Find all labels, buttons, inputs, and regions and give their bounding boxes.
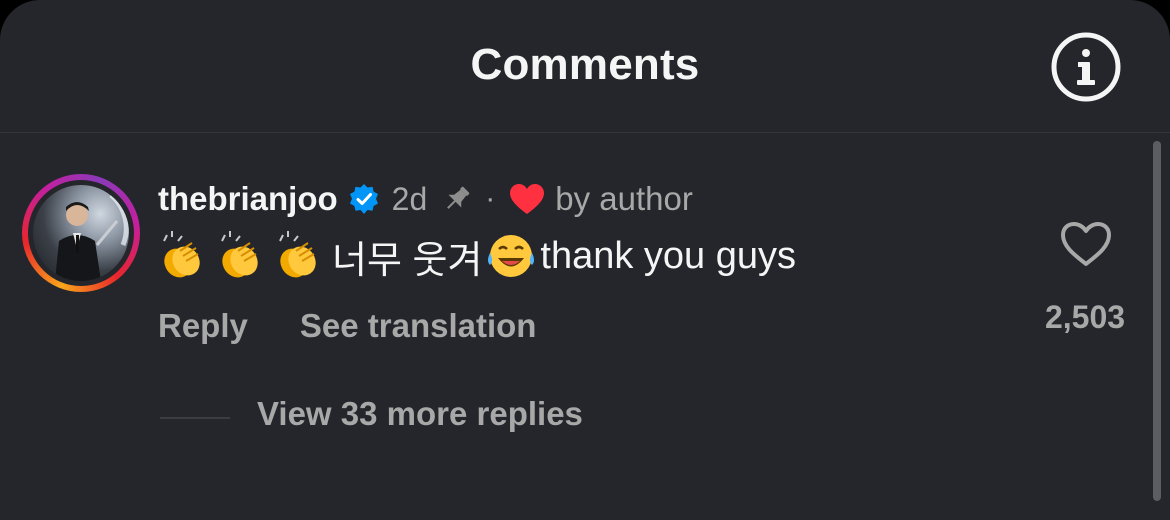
clapping-hands-emoji bbox=[221, 231, 258, 278]
comment-text: 너무 웃겨 thank you guys bbox=[158, 231, 797, 282]
comments-sheet: Comments thebrianjoo 2d · by author 너무 웃… bbox=[0, 0, 1170, 520]
see-translation-button[interactable]: See translation bbox=[300, 307, 537, 345]
liked-by-author-label: by author bbox=[555, 180, 693, 217]
red-heart-icon bbox=[510, 184, 545, 214]
like-count: 2,503 bbox=[1044, 299, 1126, 335]
comment-item: thebrianjoo 2d · by author 너무 웃겨 thank y… bbox=[0, 133, 1170, 493]
comment-time: 2d bbox=[391, 180, 428, 217]
comment-text-english: thank you guys bbox=[540, 234, 797, 277]
scrollbar[interactable] bbox=[1153, 141, 1161, 501]
clapping-hands-emoji bbox=[279, 231, 316, 278]
verified-badge-icon bbox=[349, 184, 378, 214]
heart-outline-icon[interactable] bbox=[1060, 221, 1112, 267]
reply-button[interactable]: Reply bbox=[158, 307, 248, 345]
avatar[interactable] bbox=[22, 174, 140, 292]
replies-divider bbox=[160, 417, 230, 419]
comment-actions: Reply See translation bbox=[158, 307, 536, 345]
pin-icon bbox=[447, 186, 470, 209]
comment-meta: thebrianjoo 2d · by author bbox=[158, 177, 693, 221]
comment-text-korean: 너무 웃겨 bbox=[332, 239, 483, 282]
page-title: Comments bbox=[470, 40, 700, 89]
comments-header: Comments bbox=[0, 0, 1170, 133]
view-replies-button[interactable]: View 33 more replies bbox=[257, 395, 583, 433]
tears-of-joy-emoji bbox=[488, 235, 535, 277]
info-circle-icon[interactable] bbox=[1050, 31, 1122, 103]
separator-dot: · bbox=[485, 182, 496, 215]
clapping-hands-emoji bbox=[163, 231, 200, 278]
username[interactable]: thebrianjoo bbox=[158, 180, 338, 218]
avatar-photo bbox=[33, 185, 129, 281]
